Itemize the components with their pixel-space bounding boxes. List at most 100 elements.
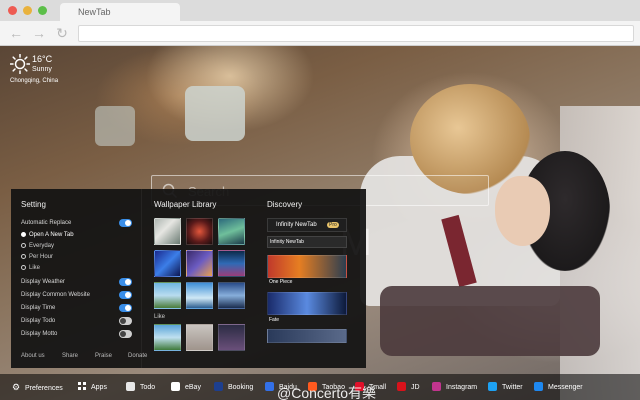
wallpaper-thumbnail[interactable] [218, 218, 245, 245]
share-link[interactable]: Share [62, 353, 78, 359]
settings-heading: Setting [21, 200, 46, 209]
wallpaper-thumbnail[interactable] [186, 218, 213, 245]
discovery-item-label: Infinity NewTab [270, 239, 304, 245]
panel-divider [141, 189, 142, 368]
wallpaper-thumbnail[interactable] [154, 250, 181, 277]
wallpaper-thumbnail[interactable] [186, 324, 213, 351]
shortcut-label: JD [411, 384, 420, 391]
replace-option-new-tab[interactable]: Open A New Tab [21, 232, 74, 238]
preferences-button[interactable]: ⚙ Preferences [12, 382, 63, 393]
wallpaper-thumbnail[interactable] [154, 282, 181, 309]
shortcut-label: eBay [185, 384, 201, 391]
weather-widget[interactable]: 16°C Sunny Chongqing, China [8, 52, 78, 92]
apps-button[interactable]: Apps [78, 382, 107, 391]
wallpaper-thumbnail[interactable] [186, 250, 213, 277]
discovery-item-label: Fate [269, 317, 280, 323]
tab-strip: NewTab [0, 0, 640, 21]
wallpaper-thumbnail[interactable] [186, 282, 213, 309]
sun-icon [10, 54, 30, 74]
maximize-window-button[interactable] [38, 6, 47, 15]
replace-option-everyday[interactable]: Everyday [21, 243, 54, 249]
display-common-website-toggle[interactable] [119, 291, 132, 299]
tab-title: NewTab [78, 7, 111, 17]
address-bar[interactable] [78, 25, 634, 42]
jd-icon [397, 382, 406, 391]
wallpaper-thumbnail[interactable] [218, 282, 245, 309]
auto-replace-label: Automatic Replace [21, 220, 72, 226]
replace-option-per-hour[interactable]: Per Hour [21, 254, 53, 260]
messenger-icon [534, 382, 543, 391]
radio-icon [21, 254, 26, 259]
minimize-window-button[interactable] [23, 6, 32, 15]
browser-tab[interactable]: NewTab [60, 3, 180, 21]
praise-link[interactable]: Praise [95, 353, 112, 359]
wallpaper-decor [495, 176, 550, 246]
shortcut-label: Todo [140, 384, 156, 391]
replace-option-label: Open A New Tab [29, 232, 74, 238]
close-window-button[interactable] [8, 6, 17, 15]
display-todo-label: Display Todo [21, 318, 56, 324]
radio-icon [21, 243, 26, 248]
display-weather-label: Display Weather [21, 279, 65, 285]
shortcut-instagram[interactable]: Instagram [432, 382, 477, 391]
replace-option-like[interactable]: Like [21, 265, 40, 271]
display-motto-label: Display Motto [21, 331, 58, 337]
preferences-label: Preferences [25, 385, 63, 392]
gear-icon: ⚙ [12, 382, 21, 392]
shortcut-booking[interactable]: Booking [214, 382, 253, 391]
discovery-card-fate[interactable] [267, 292, 347, 315]
wallpaper-decor [185, 86, 245, 141]
donate-link[interactable]: Donate [128, 353, 147, 359]
display-motto-toggle[interactable] [119, 330, 132, 338]
twitter-icon [488, 382, 497, 391]
wallpaper-library-heading: Wallpaper Library [154, 200, 217, 209]
forward-arrow-icon[interactable]: → [31, 25, 47, 41]
display-todo-toggle[interactable] [119, 317, 132, 325]
discovery-item-label: Infinity NewTab [276, 222, 317, 228]
back-arrow-icon[interactable]: ← [8, 25, 24, 41]
shortcut-label: Messenger [548, 384, 583, 391]
shortcut-messenger[interactable]: Messenger [534, 382, 583, 391]
wallpaper-thumbnail[interactable] [154, 324, 181, 351]
discovery-heading: Discovery [267, 200, 303, 209]
instagram-icon [432, 382, 441, 391]
auto-replace-toggle[interactable] [119, 219, 132, 227]
discovery-card-infinity[interactable]: Infinity NewTab [267, 236, 347, 248]
reload-icon[interactable]: ↻ [54, 25, 70, 41]
wallpaper-decor [380, 286, 600, 356]
replace-option-label: Like [29, 265, 41, 271]
ebay-icon [171, 382, 180, 391]
like-section-label: Like [154, 314, 166, 320]
shortcut-todo[interactable]: Todo [126, 382, 155, 391]
wallpaper-thumbnail[interactable] [218, 324, 245, 351]
wallpaper-thumbnail[interactable] [218, 250, 245, 277]
grid-icon [78, 382, 86, 390]
discovery-item-label: One Piece [269, 279, 293, 285]
replace-option-label: Per Hour [29, 254, 54, 260]
shortcut-jd[interactable]: JD [397, 382, 420, 391]
radio-icon [21, 265, 26, 270]
watermark-text: @Concerto有樂 [277, 385, 377, 400]
wallpaper-thumbnail[interactable] [154, 218, 181, 245]
about-us-link[interactable]: About us [21, 353, 45, 359]
baidu-icon [265, 382, 274, 391]
discovery-card-infinity-pro[interactable]: Infinity NewTab Pro [267, 218, 347, 232]
booking-icon [214, 382, 223, 391]
radio-icon [21, 232, 26, 237]
apps-label: Apps [91, 384, 107, 391]
discovery-card[interactable] [267, 329, 347, 343]
todo-icon [126, 382, 135, 391]
shortcut-ebay[interactable]: eBay [171, 382, 201, 391]
display-time-label: Display Time [21, 305, 56, 311]
weather-condition: Sunny [32, 66, 52, 73]
discovery-card-one-piece[interactable] [267, 255, 347, 278]
pro-badge: Pro [327, 222, 339, 228]
weather-temperature: 16°C [32, 54, 53, 64]
settings-panel: Setting Wallpaper Library Discovery Auto… [11, 189, 366, 368]
shortcut-label: Twitter [502, 384, 523, 391]
shortcut-twitter[interactable]: Twitter [488, 382, 523, 391]
display-time-toggle[interactable] [119, 304, 132, 312]
display-weather-toggle[interactable] [119, 278, 132, 286]
wallpaper-decor [95, 106, 135, 146]
display-common-website-label: Display Common Website [21, 292, 90, 298]
